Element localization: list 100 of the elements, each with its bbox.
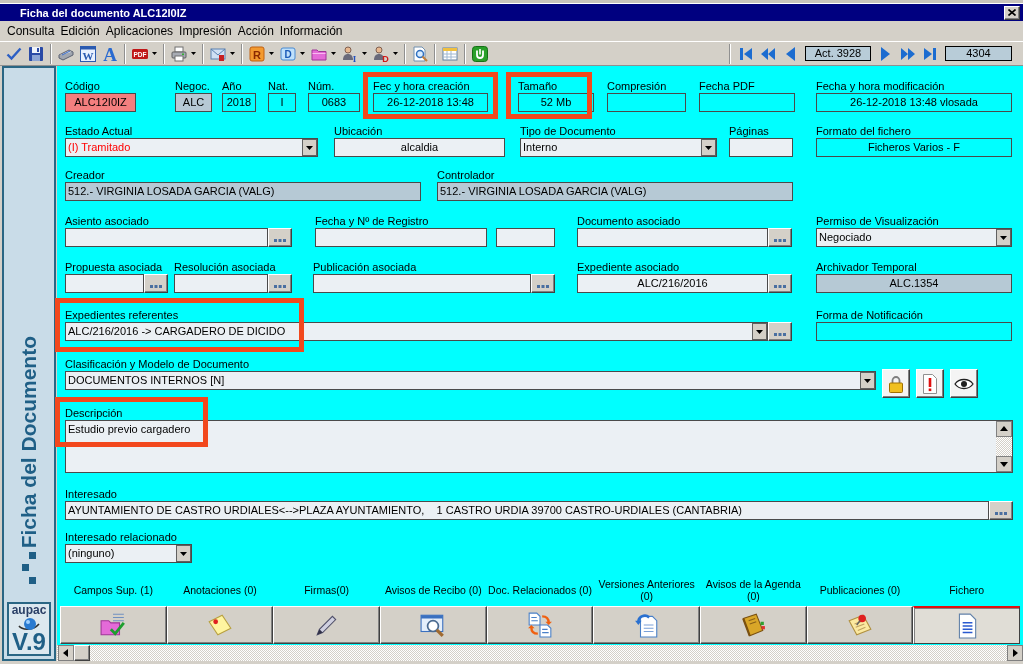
text-field[interactable] [174, 274, 268, 293]
text-field[interactable]: ALC/216/2016 [577, 274, 768, 293]
view-button[interactable] [950, 369, 978, 398]
browse-button[interactable] [144, 274, 168, 293]
scroll-down-icon[interactable] [996, 456, 1012, 472]
browse-button[interactable] [768, 322, 792, 341]
text-field[interactable] [496, 228, 555, 247]
skip-to-end-icon [923, 46, 937, 61]
fast-backward-icon [761, 46, 775, 61]
power-icon [472, 45, 488, 62]
text-field[interactable]: 512.- VIRGINIA LOSADA GARCIA (VALG) [437, 182, 793, 201]
tab-label: Versiones Anteriores (0) [597, 578, 696, 602]
text-area[interactable]: Estudio previo cargadero [65, 420, 1013, 473]
eye-icon [954, 377, 974, 390]
text-field[interactable] [65, 274, 144, 293]
scroll-thumb[interactable] [74, 645, 90, 661]
browse-button[interactable] [531, 274, 555, 293]
field-label: Publicación asociada [313, 261, 417, 274]
text-field[interactable] [816, 322, 1012, 341]
search-window-icon [420, 612, 447, 638]
toolbar-button[interactable] [168, 43, 199, 64]
browse-button[interactable] [989, 501, 1013, 520]
dropdown[interactable]: (ninguno) [65, 544, 192, 563]
text-field[interactable] [577, 228, 768, 247]
dropdown[interactable]: ALC/216/2016 -> CARGADERO DE DICIDO [65, 322, 768, 341]
field-label: Propuesta asociada [65, 261, 163, 274]
text-field[interactable]: 2018 [222, 93, 256, 112]
toolbar-button[interactable] [469, 43, 491, 64]
field-label: Formato del fichero [816, 125, 911, 138]
menu-item[interactable]: Acción [234, 24, 277, 38]
menu-item[interactable]: Impresión [176, 24, 235, 38]
envelope-icon [210, 45, 226, 62]
text-field[interactable] [313, 274, 531, 293]
field-label: Expedientes referentes [65, 309, 179, 322]
text-field[interactable]: 52 Mb [518, 93, 594, 112]
field-label: Código [65, 80, 100, 93]
field-label: Interesado relacionado [65, 531, 177, 544]
text-field[interactable]: 0683 [308, 93, 360, 112]
toolbar-button[interactable]: D [277, 43, 308, 64]
last-button[interactable] [923, 46, 937, 61]
text-field[interactable]: Ficheros Varios - F [816, 138, 1012, 157]
scroll-up-icon[interactable] [996, 421, 1012, 437]
scroll-left-icon[interactable] [58, 645, 74, 661]
text-field[interactable] [607, 93, 686, 112]
text-field[interactable]: ALC.1354 [816, 274, 1012, 293]
field-label: Resolución asociada [174, 261, 276, 274]
browse-button[interactable] [268, 274, 292, 293]
text-field[interactable]: I [268, 93, 296, 112]
vertical-scrollbar[interactable] [996, 421, 1012, 472]
horizontal-scrollbar[interactable] [57, 645, 1023, 661]
more-icon [995, 512, 1007, 515]
text-field[interactable] [315, 228, 487, 247]
field-label: Permiso de Visualización [816, 215, 939, 228]
menu-item[interactable]: Aplicaciones [102, 24, 177, 38]
more-icon [774, 239, 786, 242]
menu-item[interactable]: Edición [57, 24, 103, 38]
skip-to-start-icon [739, 46, 753, 61]
dropdown[interactable]: DOCUMENTOS INTERNOS [N] [65, 371, 876, 390]
lock-button[interactable] [882, 369, 910, 398]
logo-text: aupac [11, 604, 47, 616]
dropdown[interactable]: Negociado [816, 228, 1012, 247]
toolbar-button[interactable]: D [370, 43, 401, 64]
close-icon [1008, 9, 1016, 16]
toolbar-button[interactable]: R [246, 43, 277, 64]
pen-icon [313, 612, 340, 638]
browse-button[interactable] [768, 274, 792, 293]
close-button[interactable] [1004, 5, 1020, 20]
text-field[interactable]: 26-12-2018 13:48 [373, 93, 488, 112]
globe-icon [18, 616, 40, 631]
caret-icon [176, 545, 191, 562]
menu-item[interactable]: Información [276, 24, 346, 38]
text-field[interactable]: AYUNTAMIENTO DE CASTRO URDIALES<-->PLAZA AYUNTAMIENTO, 1 CASTRO URDIA 39700 CASTRO-URDIALES (CANTABRIA) [65, 501, 989, 520]
tab-button[interactable] [913, 606, 1020, 644]
documents-swap-icon [527, 612, 553, 638]
browse-button[interactable] [768, 228, 792, 247]
text-field[interactable]: ALC12I0IZ [65, 93, 136, 112]
text-field[interactable]: ALC [175, 93, 212, 112]
more-icon [150, 285, 162, 288]
warning-button[interactable] [916, 369, 944, 398]
text-field[interactable]: 512.- VIRGINIA LOSADA GARCIA (VALG) [65, 182, 421, 201]
text-field[interactable] [65, 228, 268, 247]
first-button[interactable] [739, 46, 753, 61]
toolbar-button[interactable]: I [339, 43, 370, 64]
padlock-icon [888, 374, 904, 393]
scroll-right-icon[interactable] [1007, 645, 1023, 661]
text-field[interactable]: alcaldia [334, 138, 505, 157]
printer-icon [171, 45, 187, 62]
browse-button[interactable] [268, 228, 292, 247]
caret-icon [996, 229, 1011, 246]
fast-forward-button[interactable] [901, 46, 915, 61]
tab-label: Doc. Relacionados (0) [488, 584, 592, 596]
text-field[interactable] [699, 93, 795, 112]
text-field[interactable] [729, 138, 793, 157]
field-label: Documento asociado [577, 215, 681, 228]
fast-back-button[interactable] [761, 46, 775, 61]
field-label: Archivador Temporal [816, 261, 917, 274]
dropdown[interactable]: Interno [520, 138, 717, 157]
field-label: Tipo de Documento [520, 125, 616, 138]
text-field[interactable]: 26-12-2018 13:48 vlosada [816, 93, 1012, 112]
menu-item[interactable]: Consulta [4, 24, 58, 38]
